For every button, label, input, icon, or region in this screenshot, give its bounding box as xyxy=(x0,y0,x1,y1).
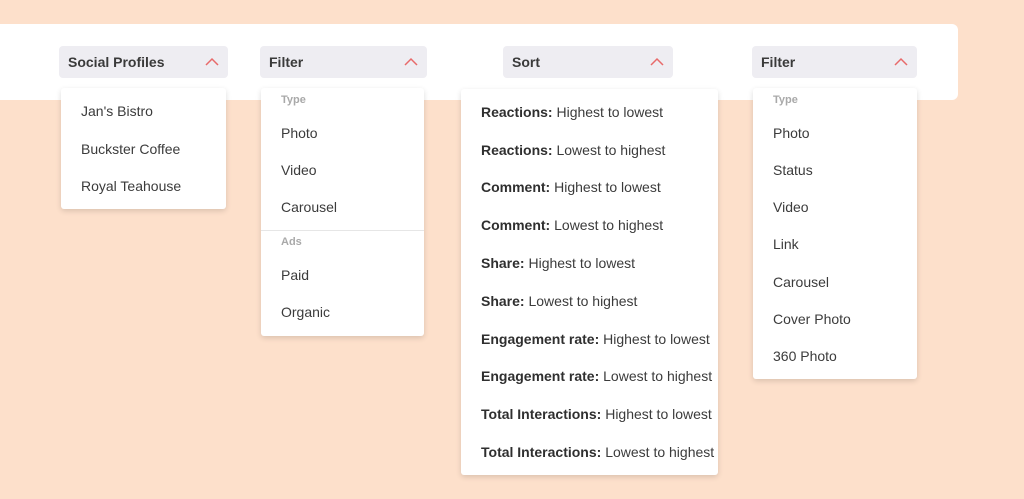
sort-option-key: Engagement rate: xyxy=(481,368,600,384)
sort-option[interactable]: Engagement rate: Highest to lowest xyxy=(481,330,710,348)
sort-option-value: Lowest to highest xyxy=(556,142,666,158)
sort-label: Sort xyxy=(512,54,540,70)
social-profiles-dropdown[interactable]: Social Profiles xyxy=(59,46,228,78)
social-profiles-label: Social Profiles xyxy=(68,54,165,70)
sort-option[interactable]: Comment: Lowest to highest xyxy=(481,216,663,234)
filter-menu-2: Type Photo Status Video Link Carousel Co… xyxy=(753,88,917,379)
sort-option-value: Lowest to highest xyxy=(528,293,638,309)
sort-option[interactable]: Reactions: Highest to lowest xyxy=(481,103,663,121)
filter-type-item[interactable]: Photo xyxy=(281,124,318,142)
sort-dropdown[interactable]: Sort xyxy=(503,46,673,78)
sort-option[interactable]: Engagement rate: Lowest to highest xyxy=(481,367,712,385)
type-section-header: Type xyxy=(281,94,306,106)
filter-ads-item[interactable]: Organic xyxy=(281,303,330,321)
chevron-up-icon xyxy=(205,57,219,66)
sort-option-key: Reactions: xyxy=(481,142,553,158)
sort-option[interactable]: Total Interactions: Highest to lowest xyxy=(481,405,712,423)
sort-option-key: Engagement rate: xyxy=(481,331,600,347)
sort-menu: Reactions: Highest to lowest Reactions: … xyxy=(461,89,718,475)
filter-dropdown-2[interactable]: Filter xyxy=(752,46,917,78)
chevron-up-icon xyxy=(894,57,908,66)
filter-type-item[interactable]: Carousel xyxy=(281,198,337,216)
filter-type-item[interactable]: Photo xyxy=(773,124,810,142)
chevron-up-icon xyxy=(404,57,418,66)
filter-dropdown[interactable]: Filter xyxy=(260,46,427,78)
filter-type-item[interactable]: Video xyxy=(773,198,809,216)
sort-option-key: Total Interactions: xyxy=(481,444,602,460)
sort-option-value: Highest to lowest xyxy=(528,255,636,271)
sort-option[interactable]: Total Interactions: Lowest to highest xyxy=(481,443,714,461)
profile-item[interactable]: Buckster Coffee xyxy=(81,140,180,158)
profile-item[interactable]: Royal Teahouse xyxy=(81,177,181,195)
filter-label: Filter xyxy=(761,54,796,70)
sort-option-value: Highest to lowest xyxy=(603,331,710,347)
sort-option-key: Comment: xyxy=(481,179,551,195)
sort-option-value: Highest to lowest xyxy=(554,179,661,195)
sort-option-key: Share: xyxy=(481,255,525,271)
sort-option-value: Lowest to highest xyxy=(554,217,664,233)
sort-option-value: Highest to lowest xyxy=(605,406,712,422)
filter-type-item[interactable]: 360 Photo xyxy=(773,347,837,365)
sort-option-key: Reactions: xyxy=(481,104,553,120)
sort-option-value: Lowest to highest xyxy=(605,444,715,460)
ads-section-header: Ads xyxy=(281,236,302,248)
sort-option-key: Comment: xyxy=(481,217,551,233)
filter-type-item[interactable]: Video xyxy=(281,161,317,179)
profile-item[interactable]: Jan's Bistro xyxy=(81,102,153,120)
sort-option-value: Highest to lowest xyxy=(556,104,664,120)
sort-option[interactable]: Share: Lowest to highest xyxy=(481,292,637,310)
sort-option[interactable]: Share: Highest to lowest xyxy=(481,254,635,272)
filter-type-item[interactable]: Link xyxy=(773,235,799,253)
filter-type-item[interactable]: Status xyxy=(773,161,813,179)
sort-option-key: Total Interactions: xyxy=(481,406,602,422)
chevron-up-icon xyxy=(650,57,664,66)
type-section-header: Type xyxy=(773,94,798,106)
sort-option-value: Lowest to highest xyxy=(603,368,713,384)
filter-menu: Type Photo Video Carousel Ads Paid Organ… xyxy=(261,88,424,336)
filter-type-item[interactable]: Cover Photo xyxy=(773,310,851,328)
sort-option[interactable]: Comment: Highest to lowest xyxy=(481,178,661,196)
filter-type-item[interactable]: Carousel xyxy=(773,273,829,291)
social-profiles-menu: Jan's Bistro Buckster Coffee Royal Teaho… xyxy=(61,88,226,209)
sort-option[interactable]: Reactions: Lowest to highest xyxy=(481,141,665,159)
divider xyxy=(261,230,424,231)
sort-option-key: Share: xyxy=(481,293,525,309)
filter-ads-item[interactable]: Paid xyxy=(281,266,309,284)
filter-label: Filter xyxy=(269,54,304,70)
